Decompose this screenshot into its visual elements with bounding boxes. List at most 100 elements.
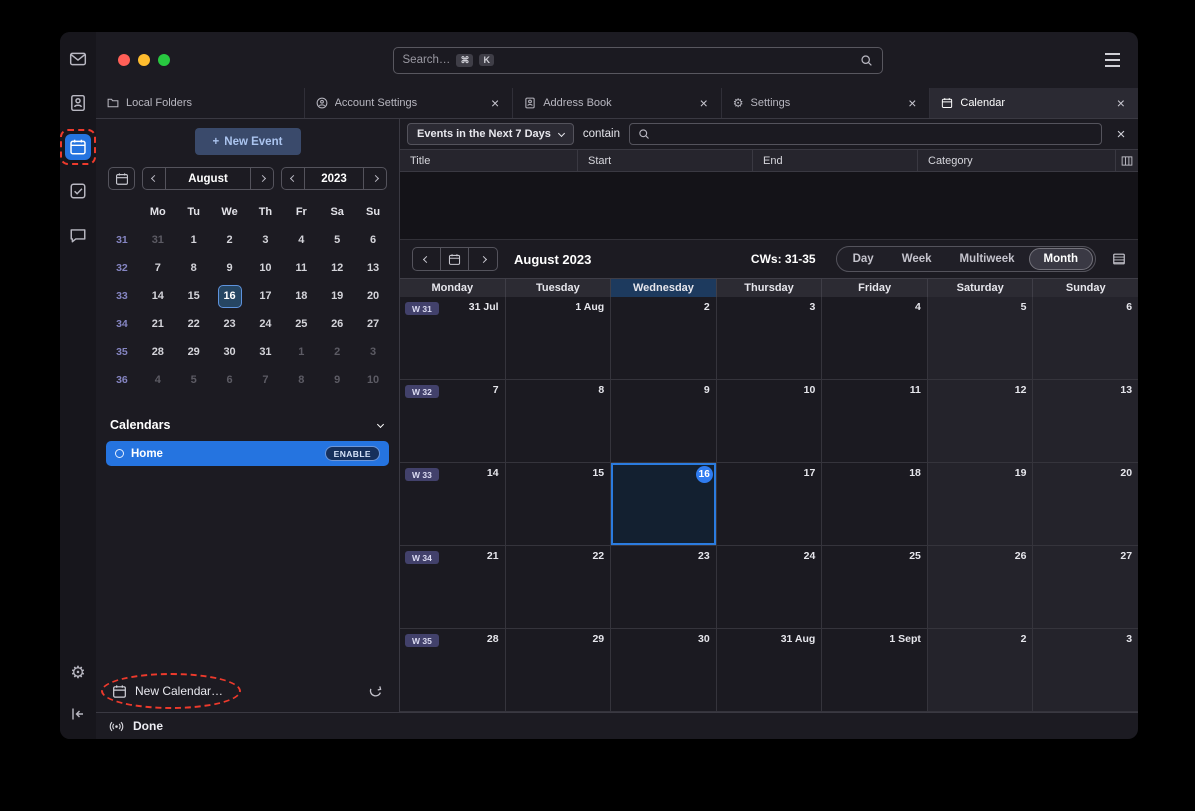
mini-cal-date[interactable]: 17 [248, 282, 284, 310]
month-cell[interactable]: 4 [822, 297, 928, 380]
mini-cal-date[interactable]: 8 [176, 254, 212, 282]
tab-calendar[interactable]: Calendar× [930, 88, 1138, 118]
mini-cal-date[interactable]: 1 [176, 226, 212, 254]
next-month-button[interactable] [250, 168, 273, 189]
month-cell[interactable]: 26 [928, 546, 1034, 629]
month-cell[interactable]: 29 [506, 629, 612, 712]
next-year-button[interactable] [363, 168, 386, 189]
sidebar-gear-button[interactable]: ⚙ [65, 659, 91, 685]
close-icon[interactable]: × [698, 96, 710, 110]
mini-cal-date[interactable]: 11 [283, 254, 319, 282]
sidebar-collapse-button[interactable] [65, 701, 91, 727]
mini-cal-date[interactable]: 3 [248, 226, 284, 254]
prev-year-button[interactable] [282, 168, 305, 189]
view-week-button[interactable]: Week [888, 248, 946, 270]
column-header-end[interactable]: End [753, 150, 918, 171]
month-cell[interactable]: W 3421 [400, 546, 506, 629]
minimize-window-button[interactable] [138, 54, 150, 66]
month-cell[interactable]: 15 [506, 463, 612, 546]
month-cell[interactable]: 2 [928, 629, 1034, 712]
month-cell[interactable]: W 3131 Jul [400, 297, 506, 380]
new-event-button[interactable]: + New Event [195, 128, 301, 155]
mini-cal-date[interactable]: 26 [319, 310, 355, 338]
mini-cal-date[interactable]: 12 [319, 254, 355, 282]
mini-cal-date[interactable]: 7 [248, 366, 284, 394]
mini-calendar-button[interactable] [108, 167, 135, 190]
mini-cal-date[interactable]: 31 [140, 226, 176, 254]
sidebar-chat-button[interactable] [65, 222, 91, 248]
mini-cal-date[interactable]: 24 [248, 310, 284, 338]
close-icon[interactable]: × [906, 96, 918, 110]
mini-cal-date[interactable]: 2 [212, 226, 248, 254]
mini-cal-date[interactable]: 6 [355, 226, 391, 254]
mini-cal-date[interactable]: 29 [176, 338, 212, 366]
close-icon[interactable]: × [1115, 96, 1127, 110]
month-cell[interactable]: 1 Sept [822, 629, 928, 712]
month-cell[interactable]: 31 Aug [717, 629, 823, 712]
mini-cal-date[interactable]: 1 [283, 338, 319, 366]
mini-cal-date[interactable]: 22 [176, 310, 212, 338]
new-calendar-button[interactable]: New Calendar… [135, 684, 223, 698]
prev-period-button[interactable] [413, 248, 441, 270]
mini-cal-date[interactable]: 7 [140, 254, 176, 282]
view-month-button[interactable]: Month [1029, 248, 1093, 270]
column-picker-icon[interactable] [1116, 150, 1138, 171]
column-header-category[interactable]: Category [918, 150, 1116, 171]
mini-cal-date[interactable]: 4 [283, 226, 319, 254]
mini-cal-date[interactable]: 19 [319, 282, 355, 310]
month-cell[interactable]: 30 [611, 629, 717, 712]
mini-cal-date[interactable]: 10 [248, 254, 284, 282]
mini-cal-date[interactable]: 8 [283, 366, 319, 394]
mini-cal-date[interactable]: 5 [319, 226, 355, 254]
month-cell[interactable]: 10 [717, 380, 823, 463]
mini-cal-date[interactable]: 23 [212, 310, 248, 338]
month-cell[interactable]: 20 [1033, 463, 1138, 546]
today-button[interactable] [441, 248, 469, 270]
month-cell[interactable]: 23 [611, 546, 717, 629]
mini-cal-date[interactable]: 27 [355, 310, 391, 338]
mini-cal-date[interactable]: 9 [319, 366, 355, 394]
prev-month-button[interactable] [143, 168, 166, 189]
app-menu-button[interactable] [1105, 51, 1120, 69]
month-cell[interactable]: 24 [717, 546, 823, 629]
mini-cal-date[interactable]: 25 [283, 310, 319, 338]
month-cell[interactable]: 16 [611, 463, 717, 546]
next-period-button[interactable] [469, 248, 497, 270]
month-cell[interactable]: W 327 [400, 380, 506, 463]
month-cell[interactable]: 3 [1033, 629, 1138, 712]
mini-cal-date[interactable]: 28 [140, 338, 176, 366]
sidebar-calendar-button[interactable] [65, 134, 91, 160]
sidebar-tasks-button[interactable] [65, 178, 91, 204]
mini-cal-date[interactable]: 20 [355, 282, 391, 310]
close-filter-button[interactable]: × [1111, 127, 1131, 142]
mini-cal-date[interactable]: 15 [176, 282, 212, 310]
calendar-list-item[interactable]: HomeENABLE [106, 441, 389, 466]
month-cell[interactable]: W 3528 [400, 629, 506, 712]
close-window-button[interactable] [118, 54, 130, 66]
global-search-input[interactable]: Search… ⌘ K [393, 47, 883, 74]
tab-address-book[interactable]: Address Book× [513, 88, 722, 118]
tab-local-folders[interactable]: Local Folders [96, 88, 305, 118]
mini-cal-date[interactable]: 18 [283, 282, 319, 310]
view-multiweek-button[interactable]: Multiweek [946, 248, 1029, 270]
close-icon[interactable]: × [489, 96, 501, 110]
month-cell[interactable]: 27 [1033, 546, 1138, 629]
month-cell[interactable]: 13 [1033, 380, 1138, 463]
month-cell[interactable]: 8 [506, 380, 612, 463]
zoom-window-button[interactable] [158, 54, 170, 66]
sidebar-mail-button[interactable] [65, 46, 91, 72]
month-cell[interactable]: 6 [1033, 297, 1138, 380]
mini-cal-date[interactable]: 30 [212, 338, 248, 366]
mini-cal-date[interactable]: 5 [176, 366, 212, 394]
month-cell[interactable]: 2 [611, 297, 717, 380]
month-cell[interactable]: 1 Aug [506, 297, 612, 380]
month-cell[interactable]: 25 [822, 546, 928, 629]
mini-cal-date[interactable]: 14 [140, 282, 176, 310]
mini-cal-date[interactable]: 13 [355, 254, 391, 282]
month-cell[interactable]: 11 [822, 380, 928, 463]
month-cell[interactable]: 19 [928, 463, 1034, 546]
month-cell[interactable]: 17 [717, 463, 823, 546]
sidebar-address-book-button[interactable] [65, 90, 91, 116]
mini-cal-date[interactable]: 6 [212, 366, 248, 394]
mini-cal-date[interactable]: 10 [355, 366, 391, 394]
